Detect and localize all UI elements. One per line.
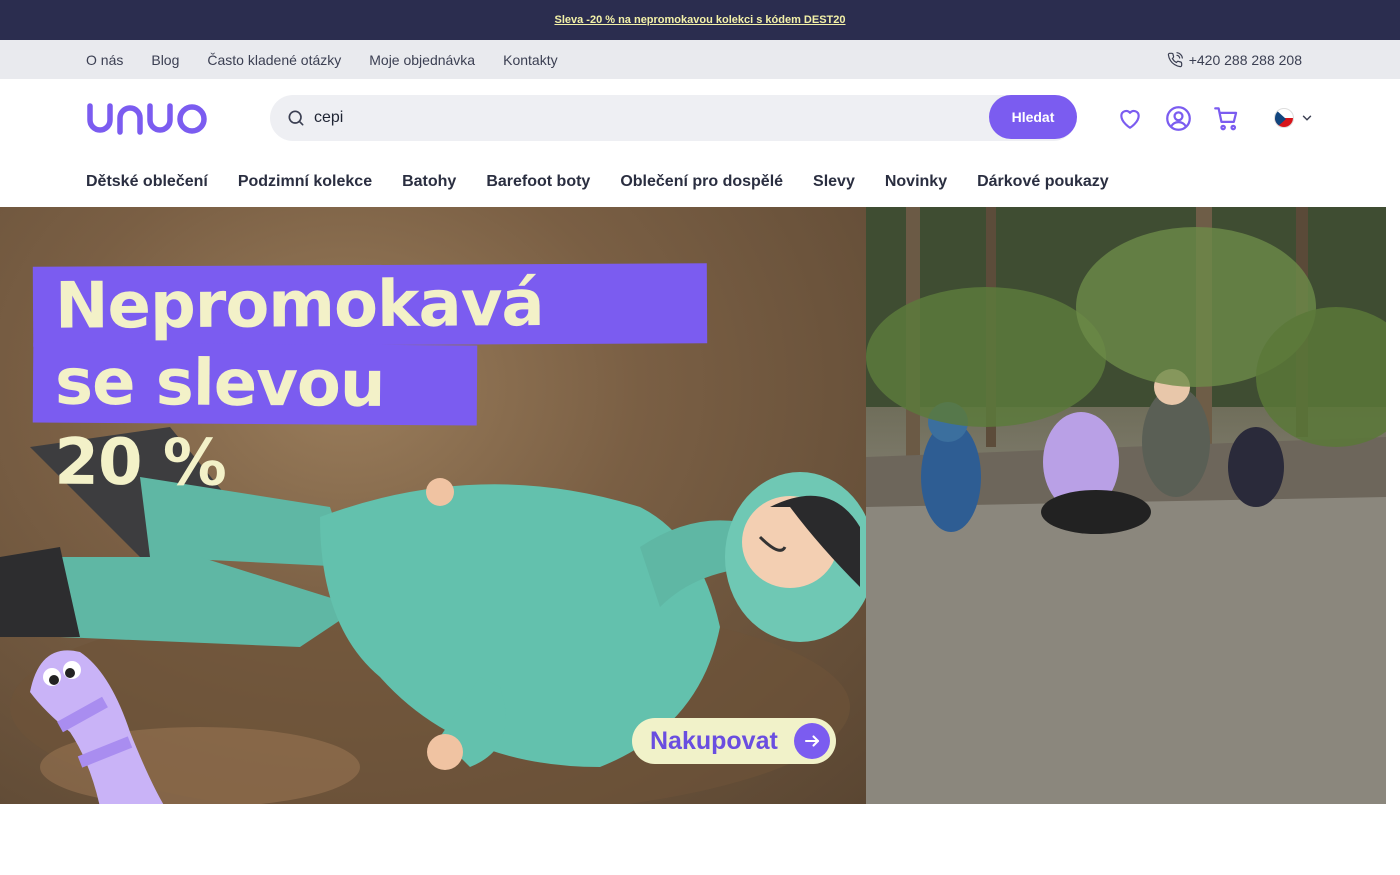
account-button[interactable] — [1164, 104, 1192, 132]
nav-item-barefoot-shoes[interactable]: Barefoot boty — [486, 173, 590, 191]
logo[interactable] — [86, 98, 208, 138]
search-input[interactable] — [314, 109, 1076, 127]
hero-image-right[interactable] — [866, 207, 1386, 804]
wishlist-button[interactable] — [1116, 104, 1144, 132]
language-selector[interactable] — [1274, 108, 1314, 128]
top-link-about[interactable]: O nás — [86, 52, 123, 68]
cart-button[interactable] — [1212, 104, 1240, 132]
promo-link[interactable]: Sleva -20 % na nepromokavou kolekci s kó… — [554, 14, 845, 26]
phone-contact[interactable]: +420 288 288 208 — [1167, 52, 1302, 68]
search-icon — [288, 110, 304, 126]
top-link-my-order[interactable]: Moje objednávka — [369, 52, 475, 68]
hero-photo-forest — [866, 207, 1386, 804]
unuo-logo-icon — [87, 103, 207, 135]
top-links-bar: O nás Blog Často kladené otázky Moje obj… — [0, 40, 1400, 79]
hero-banner: Nepromokavá kolekce se slevou 20 % Nakup… — [0, 207, 1386, 804]
hero-title-line2: se slevou 20 % — [32, 342, 478, 501]
arrow-right-icon — [794, 723, 830, 759]
chevron-down-icon — [1302, 115, 1312, 121]
user-icon — [1165, 105, 1191, 131]
nav-item-kids-clothing[interactable]: Dětské oblečení — [86, 173, 208, 191]
hero-title-line1: Nepromokavá kolekce — [32, 263, 708, 424]
nav-item-gift-cards[interactable]: Dárkové poukazy — [977, 173, 1109, 191]
nav-item-new[interactable]: Novinky — [885, 173, 947, 191]
heart-icon — [1120, 109, 1140, 129]
promo-bar: Sleva -20 % na nepromokavou kolekci s kó… — [0, 0, 1400, 40]
nav-item-adult-clothing[interactable]: Oblečení pro dospělé — [620, 173, 783, 191]
top-link-contacts[interactable]: Kontakty — [503, 52, 557, 68]
nav-item-backpacks[interactable]: Batohy — [402, 173, 456, 191]
main-nav: Dětské oblečení Podzimní kolekce Batohy … — [0, 157, 1400, 207]
worm-mascot-icon — [30, 650, 164, 804]
search-bar: Hledat — [270, 95, 1077, 141]
nav-item-sale[interactable]: Slevy — [813, 173, 855, 191]
shop-now-button[interactable]: Nakupovat — [632, 718, 836, 764]
search-button[interactable]: Hledat — [989, 95, 1077, 139]
shop-now-label: Nakupovat — [650, 726, 778, 755]
phone-number: +420 288 288 208 — [1188, 51, 1302, 68]
phone-icon — [1167, 51, 1183, 67]
top-link-faq[interactable]: Často kladené otázky — [207, 52, 341, 68]
top-link-blog[interactable]: Blog — [151, 52, 179, 68]
nav-item-autumn-collection[interactable]: Podzimní kolekce — [238, 173, 372, 191]
header-actions — [1116, 104, 1314, 132]
main-header: Hledat — [0, 79, 1400, 157]
cart-icon — [1213, 106, 1237, 130]
cz-flag-icon — [1274, 108, 1294, 128]
top-links: O nás Blog Často kladené otázky Moje obj… — [86, 52, 558, 68]
hero-image-left[interactable]: Nepromokavá kolekce se slevou 20 % Nakup… — [0, 207, 866, 804]
